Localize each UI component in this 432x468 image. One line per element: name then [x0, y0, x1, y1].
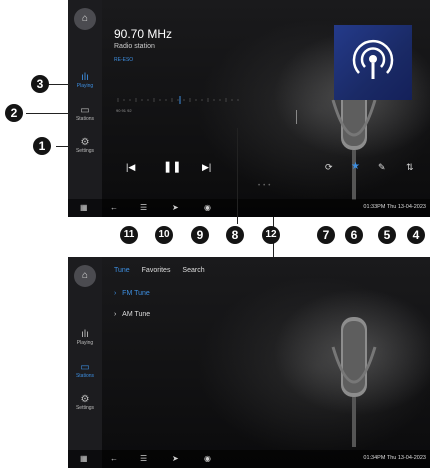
- equalizer-icon: ılı: [81, 329, 89, 340]
- next-button[interactable]: ▶|: [202, 162, 211, 173]
- chevron-right-icon: ›: [114, 290, 123, 297]
- page-dots: •••: [258, 183, 274, 189]
- callout-12: 12: [262, 226, 280, 244]
- leader-line: [26, 113, 70, 114]
- stations-tabs: Tune Favorites Search: [114, 267, 215, 274]
- callout-2: 2: [5, 104, 23, 122]
- play-pause-button[interactable]: ❚❚: [163, 160, 181, 173]
- sliders-icon[interactable]: ☰: [140, 454, 147, 463]
- bottom-bar: ▦ ← ☰ ➤ ◉ 01:34PM Thu 13-04-2023: [68, 450, 430, 468]
- tuning-scale[interactable]: [116, 96, 244, 104]
- callout-11: 11: [120, 226, 138, 244]
- station-name: Radio station: [114, 43, 155, 50]
- edit-button[interactable]: ✎: [378, 162, 386, 173]
- list-icon: ▭: [80, 362, 90, 373]
- list-item-am-tune[interactable]: › AM Tune: [114, 311, 150, 318]
- callout-10: 10: [155, 226, 173, 244]
- prev-button[interactable]: |◀: [126, 162, 135, 173]
- grid-icon[interactable]: ▦: [80, 203, 88, 212]
- sidebar-item-stations[interactable]: ▭ Stations: [68, 105, 102, 122]
- camera-icon[interactable]: ◉: [204, 454, 211, 463]
- scale-numbers: 90 91 92: [116, 108, 132, 113]
- callout-3: 3: [31, 75, 49, 93]
- rds-text: RE-ESO: [114, 57, 134, 63]
- list-icon: ▭: [80, 105, 90, 116]
- back-icon[interactable]: ←: [110, 203, 118, 212]
- callout-7: 7: [317, 226, 335, 244]
- sliders-icon[interactable]: ☰: [140, 203, 147, 212]
- tab-favorites[interactable]: Favorites: [142, 267, 171, 274]
- sidebar-item-settings[interactable]: ⚙ Settings: [68, 137, 102, 154]
- sidebar-item-playing[interactable]: ılı Playing: [68, 72, 102, 89]
- callout-4: 4: [407, 226, 425, 244]
- search-button[interactable]: ⟳: [325, 162, 333, 173]
- tab-tune[interactable]: Tune: [114, 267, 130, 274]
- sidebar-item-stations[interactable]: ▭ Stations: [68, 362, 102, 379]
- sidebar-item-settings[interactable]: ⚙ Settings: [68, 394, 102, 411]
- sidebar: ⌂ ılı Playing ▭ Stations ⚙ Settings: [68, 257, 102, 468]
- sidebar-item-playing[interactable]: ılı Playing: [68, 329, 102, 346]
- grid-icon[interactable]: ▦: [80, 454, 88, 463]
- home-button[interactable]: ⌂: [74, 8, 96, 30]
- broadcast-icon: [352, 39, 394, 79]
- callout-9: 9: [191, 226, 209, 244]
- status-clock: 01:33PM Thu 13-04-2023: [363, 204, 426, 210]
- bottom-bar: ▦ ← ☰ ➤ ◉ 01:33PM Thu 13-04-2023: [68, 199, 430, 217]
- album-art: [334, 25, 412, 100]
- camera-icon[interactable]: ◉: [204, 203, 211, 212]
- callout-5: 5: [378, 226, 396, 244]
- gear-icon: ⚙: [80, 394, 90, 405]
- sidebar: ⌂ ılı Playing ▭ Stations ⚙ Settings: [68, 0, 102, 217]
- eq-button[interactable]: ⇅: [406, 162, 414, 173]
- home-button[interactable]: ⌂: [74, 265, 96, 287]
- navigation-icon[interactable]: ➤: [172, 203, 179, 212]
- callout-1: 1: [33, 137, 51, 155]
- microphone-image: [331, 317, 377, 447]
- gear-icon: ⚙: [80, 137, 90, 148]
- callout-8: 8: [226, 226, 244, 244]
- chevron-right-icon: ›: [114, 311, 123, 318]
- navigation-icon[interactable]: ➤: [172, 454, 179, 463]
- frequency-readout: 90.70 MHz: [114, 27, 173, 41]
- leader-line: [48, 84, 70, 85]
- leader-line: [56, 146, 70, 147]
- radio-stations-screen: ⌂ ılı Playing ▭ Stations ⚙ Settings Tune…: [68, 257, 430, 468]
- favorite-button[interactable]: ★: [351, 161, 360, 172]
- back-icon[interactable]: ←: [110, 454, 118, 463]
- callout-6: 6: [345, 226, 363, 244]
- equalizer-icon: ılı: [81, 72, 89, 83]
- radio-playing-screen: ⌂ ılı Playing ▭ Stations ⚙ Settings 90.7…: [68, 0, 430, 217]
- list-item-fm-tune[interactable]: › FM Tune: [114, 290, 150, 297]
- status-clock: 01:34PM Thu 13-04-2023: [363, 455, 426, 461]
- tab-search[interactable]: Search: [182, 267, 204, 274]
- tuning-pointer: [296, 110, 297, 124]
- leader-line: [237, 128, 238, 224]
